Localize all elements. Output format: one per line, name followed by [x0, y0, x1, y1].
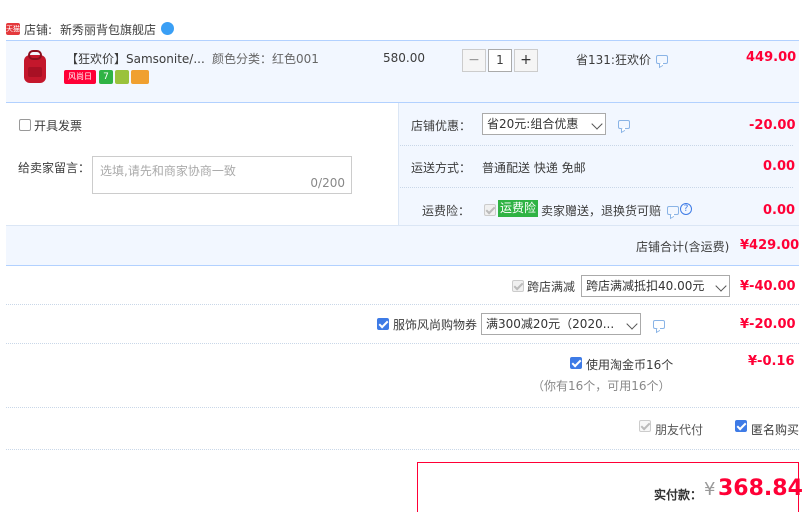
shop-total-label: 店铺合计(含运费): [636, 240, 730, 254]
message-textarea[interactable]: 选填,请先和商家协商一致 0/200: [92, 156, 352, 194]
insurance-chat-icon[interactable]: [667, 206, 679, 215]
divider: [6, 304, 799, 305]
insurance-value: 卖家赠送，退换货可赔: [541, 204, 662, 218]
store-discount-label: 店铺优惠：: [411, 119, 472, 133]
tmall-icon: 天猫: [6, 23, 20, 35]
wangwang-icon[interactable]: [161, 22, 174, 35]
shop-label: 店铺:: [24, 23, 53, 37]
discount-info-icon[interactable]: [618, 120, 630, 129]
coupon-checkbox[interactable]: [377, 318, 389, 330]
insurance-label: 运费险：: [422, 204, 471, 218]
store-discount-value: 省20元:组合优惠: [487, 117, 579, 131]
taojin-label: 使用淘金币16个: [586, 358, 674, 372]
cross-store-select[interactable]: 跨店满减抵扣40.00元: [581, 275, 730, 297]
item-title[interactable]: 【狂欢价】Samsonite/...: [66, 50, 205, 67]
coupon-value: 满300减20元（2020...: [486, 317, 615, 331]
cross-store-label: 跨店满减: [527, 280, 576, 294]
item-row: 【狂欢价】Samsonite/... 风尚日 7 颜色分类：红色001 580.…: [6, 40, 799, 102]
taojin-amount: ¥-0.16: [748, 354, 795, 369]
decrease-button[interactable]: −: [462, 49, 486, 72]
shop-total-row: 店铺合计(含运费) ¥429.00: [6, 225, 799, 266]
anonymous-label: 匿名购买: [751, 423, 800, 437]
quantity-input[interactable]: 1: [488, 49, 512, 72]
insurance-tag: 运费险: [498, 200, 539, 217]
invoice-checkbox[interactable]: [19, 119, 31, 131]
promo-info-icon[interactable]: [656, 55, 668, 64]
quantity-stepper: − 1 +: [462, 49, 538, 72]
cross-store-value: 跨店满减抵扣40.00元: [586, 279, 705, 293]
shop-name[interactable]: 新秀丽背包旗舰店: [60, 21, 156, 38]
divider: [400, 145, 793, 146]
pay-label: 实付款：: [654, 488, 703, 502]
coupon-label: 服饰风尚购物券: [393, 318, 478, 332]
divider: [6, 343, 799, 344]
divider: [400, 187, 793, 188]
coupon-amount: ¥-20.00: [740, 317, 796, 332]
increase-button[interactable]: +: [514, 49, 538, 72]
cross-store-checkbox: [512, 280, 524, 292]
coupon-info-icon[interactable]: [653, 320, 665, 329]
credit-card-icon: [131, 70, 149, 84]
item-orig-price: 580.00: [383, 51, 425, 65]
taojin-checkbox[interactable]: [570, 357, 582, 369]
chevron-down-icon: [715, 280, 727, 292]
message-count: 0/200: [310, 176, 345, 190]
item-subtotal: 449.00: [746, 50, 797, 65]
shop-total-amount: ¥429.00: [740, 238, 800, 253]
pay-summary-box: 实付款： ¥ 368.84: [417, 462, 803, 512]
invoice-message-box: 开具发票 给卖家留言： 选填,请先和商家协商一致 0/200: [6, 103, 399, 225]
friend-pay-checkbox: [639, 420, 651, 432]
cross-store-amount: ¥-40.00: [740, 279, 796, 294]
product-image[interactable]: [18, 49, 52, 87]
divider: [6, 407, 799, 408]
taojin-note: （你有16个，可用16个）: [532, 379, 671, 393]
insurance-amount: 0.00: [763, 203, 796, 218]
invoice-label: 开具发票: [34, 119, 83, 133]
seven-day-return-icon: 7: [99, 70, 113, 84]
pay-amount: 368.84: [718, 476, 803, 501]
pay-currency: ¥: [704, 479, 716, 500]
insurance-checkbox: [484, 204, 496, 216]
store-discount-select[interactable]: 省20元:组合优惠: [482, 113, 606, 135]
chevron-down-icon: [591, 118, 603, 130]
item-promo: 省131:狂欢价: [576, 53, 651, 67]
order-panel: 开具发票 给卖家留言： 选填,请先和商家协商一致 0/200 店铺优惠： 省20…: [6, 102, 799, 266]
shipping-value: 普通配送 快递 免邮: [482, 161, 586, 175]
shipping-amount: 0.00: [763, 159, 796, 174]
store-discount-amount: -20.00: [749, 118, 796, 133]
friend-pay-label: 朋友代付: [655, 423, 704, 437]
divider: [6, 449, 799, 450]
shipping-label: 运送方式：: [411, 161, 472, 175]
item-sku: 颜色分类：红色001: [212, 52, 319, 66]
help-icon[interactable]: ?: [680, 203, 692, 215]
coupon-select[interactable]: 满300减20元（2020...: [481, 313, 641, 335]
message-placeholder: 选填,请先和商家协商一致: [100, 164, 236, 178]
anonymous-checkbox[interactable]: [735, 420, 747, 432]
fengshang-tag: 风尚日: [64, 70, 96, 84]
chevron-down-icon: [626, 318, 638, 330]
message-label: 给卖家留言：: [18, 161, 91, 175]
shield-icon: [115, 70, 129, 84]
